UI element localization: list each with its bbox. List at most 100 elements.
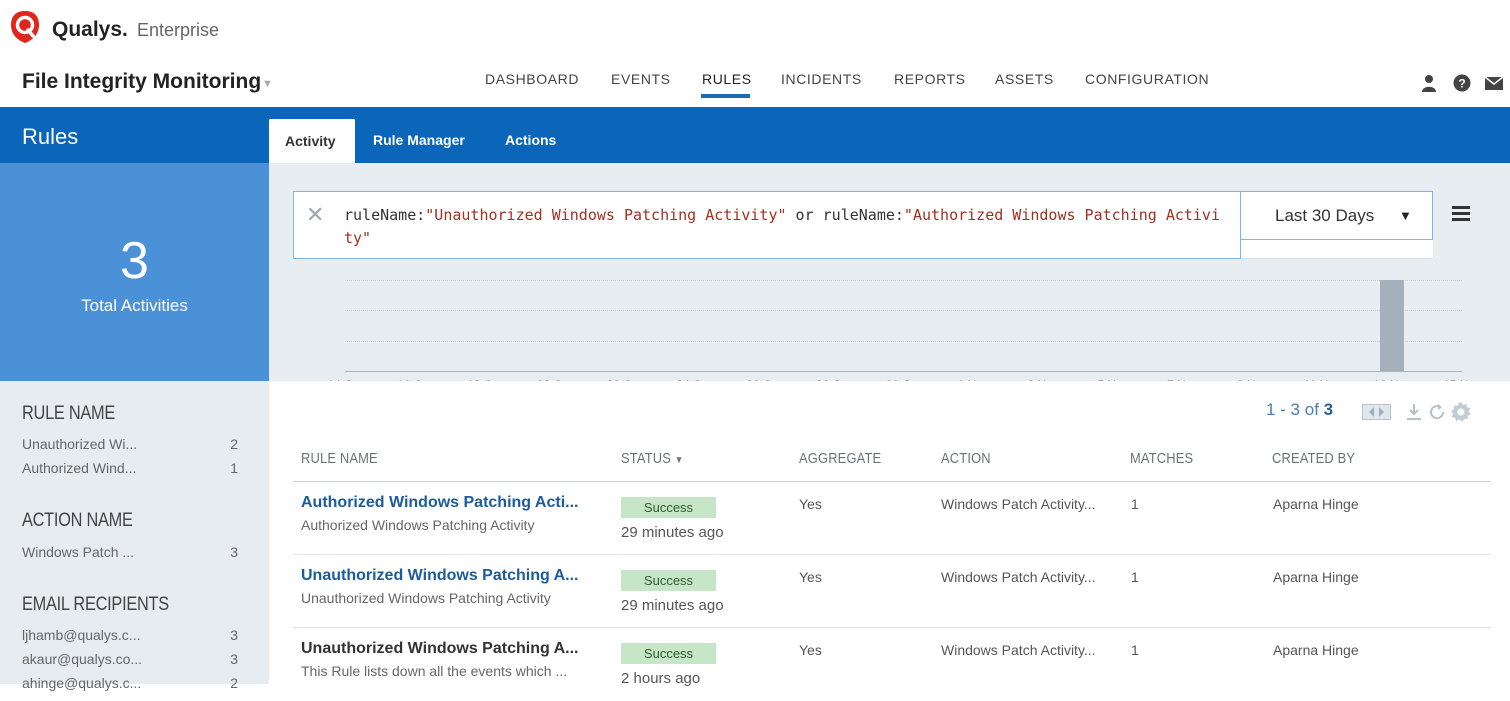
section-title: Rules (22, 124, 79, 149)
rule-name-link[interactable]: Unauthorized Windows Patching A... (301, 567, 578, 585)
facet-item-label: Authorized Wind... (22, 460, 137, 476)
action-value[interactable]: Windows Patch Activity... (941, 642, 1096, 658)
qualys-shield-icon[interactable] (8, 10, 42, 44)
status-badge: Success (621, 497, 716, 518)
nav-tab-assets[interactable]: ASSETS (995, 71, 1054, 87)
aggregate-value: Yes (799, 569, 822, 585)
column-header-created-by[interactable]: CREATED BY (1272, 450, 1355, 467)
action-value[interactable]: Windows Patch Activity... (941, 569, 1096, 585)
nav-tab-rules[interactable]: RULES (702, 71, 752, 87)
table-row[interactable]: Unauthorized Windows Patching A... Unaut… (293, 555, 1491, 628)
query-field-2: ruleName: (822, 206, 904, 224)
app-navbar: File Integrity Monitoring ▼ DASHBOARD EV… (0, 60, 1510, 107)
brand-name: Qualys. (52, 18, 128, 41)
matches-value: 1 (1131, 642, 1139, 658)
facet-title-email-recipients: EMAIL RECIPIENTS (22, 594, 169, 615)
table-row[interactable]: Authorized Windows Patching Acti... Auth… (293, 482, 1491, 555)
facet-item[interactable]: Windows Patch ... 3 (22, 544, 240, 560)
rule-description: This Rule lists down all the events whic… (301, 663, 568, 679)
app-title[interactable]: File Integrity Monitoring (22, 70, 261, 94)
top-brand-bar: Qualys. Enterprise (0, 0, 1510, 60)
facet-item[interactable]: akaur@qualys.co... 3 (22, 651, 240, 667)
status-time: 29 minutes ago (621, 524, 724, 541)
subtab-activity[interactable]: Activity (269, 119, 355, 163)
pagination-range: 1 - 3 of (1266, 400, 1319, 419)
help-icon[interactable]: ? (1453, 74, 1471, 92)
pagination-summary: 1 - 3 of 3 (1266, 400, 1333, 420)
active-tab-indicator (701, 94, 750, 98)
nav-tab-dashboard[interactable]: DASHBOARD (485, 71, 579, 87)
subtab-actions[interactable]: Actions (505, 132, 556, 148)
column-header-aggregate[interactable]: AGGREGATE (799, 450, 881, 467)
column-header-status-label: STATUS (621, 450, 672, 467)
action-value[interactable]: Windows Patch Activity... (941, 496, 1096, 512)
facet-item-count: 3 (230, 544, 238, 560)
chart-gridline (345, 280, 1462, 281)
date-range-dropdown-edge (1241, 240, 1433, 259)
total-activities-label: Total Activities (81, 296, 188, 315)
page-nav-icon[interactable] (1362, 403, 1392, 421)
nav-tab-reports[interactable]: REPORTS (894, 71, 966, 87)
status-time: 29 minutes ago (621, 597, 724, 614)
facet-item[interactable]: ljhamb@qualys.c... 3 (22, 627, 240, 643)
facet-item-count: 2 (230, 436, 238, 452)
query-operator: or (786, 206, 823, 224)
app-switcher-caret-icon[interactable]: ▼ (262, 78, 273, 90)
date-range-value: Last 30 Days (1275, 206, 1375, 225)
nav-tab-incidents[interactable]: INCIDENTS (781, 71, 862, 87)
section-header-bar: Rules Activity Rule Manager Actions (0, 107, 1510, 163)
column-header-matches[interactable]: MATCHES (1130, 450, 1193, 467)
clear-search-icon[interactable]: ✕ (306, 202, 324, 228)
facet-sidebar: 3 Total Activities RULE NAME Unauthorize… (0, 163, 269, 691)
column-header-action[interactable]: ACTION (941, 450, 991, 467)
facet-item[interactable]: Unauthorized Wi... 2 (22, 436, 240, 452)
column-header-rule-name[interactable]: RULE NAME (301, 450, 378, 467)
facet-item-count: 2 (230, 675, 238, 691)
refresh-icon[interactable] (1428, 403, 1446, 421)
created-by-value: Aparna Hinge (1273, 496, 1359, 512)
mail-icon[interactable] (1484, 74, 1504, 92)
facet-item-label: akaur@qualys.co... (22, 651, 143, 667)
pagination-total: 3 (1323, 400, 1334, 419)
facet-item-label: ahinge@qualys.c... (22, 675, 142, 691)
facet-item-count: 1 (230, 460, 238, 476)
facet-item[interactable]: ahinge@qualys.c... 2 (22, 675, 240, 691)
download-icon[interactable] (1405, 403, 1423, 421)
chart-bar[interactable] (1380, 280, 1405, 371)
facet-item-label: Windows Patch ... (22, 544, 135, 560)
total-activities-card: 3 Total Activities (0, 163, 269, 381)
facet-item-count: 3 (230, 627, 238, 643)
nav-tab-configuration[interactable]: CONFIGURATION (1085, 71, 1209, 87)
query-value-1: "Unauthorized Windows Patching Activity" (425, 206, 787, 224)
rule-description: Authorized Windows Patching Activity (301, 517, 535, 533)
table-row[interactable]: Unauthorized Windows Patching A... This … (293, 628, 1491, 701)
facet-item[interactable]: Authorized Wind... 1 (22, 460, 240, 476)
menu-icon[interactable] (1452, 206, 1470, 221)
matches-value: 1 (1131, 569, 1139, 585)
rule-name-link[interactable]: Unauthorized Windows Patching A... (301, 640, 578, 658)
sort-caret-icon[interactable]: ▼ (675, 455, 684, 466)
settings-gear-icon[interactable] (1451, 402, 1471, 422)
facet-title-action-name: ACTION NAME (22, 510, 133, 531)
search-query-input[interactable]: ✕ ruleName:"Unauthorized Windows Patchin… (293, 191, 1241, 259)
query-field-1: ruleName: (344, 206, 426, 224)
rule-name-link[interactable]: Authorized Windows Patching Acti... (301, 494, 578, 512)
facet-title-rule-name: RULE NAME (22, 403, 116, 424)
column-header-status[interactable]: STATUS ▼ (621, 450, 683, 467)
matches-value: 1 (1131, 496, 1139, 512)
aggregate-value: Yes (799, 496, 822, 512)
svg-text:?: ? (1458, 77, 1465, 91)
nav-tab-events[interactable]: EVENTS (611, 71, 671, 87)
subtab-rule-manager[interactable]: Rule Manager (373, 132, 465, 148)
aggregate-value: Yes (799, 642, 822, 658)
user-icon[interactable] (1420, 74, 1438, 92)
rule-description: Unauthorized Windows Patching Activity (301, 590, 551, 606)
search-query-text[interactable]: ruleName:"Unauthorized Windows Patching … (344, 204, 1224, 250)
total-activities-count: 3 (120, 232, 149, 290)
chevron-down-icon[interactable]: ▼ (1399, 208, 1412, 223)
date-range-select[interactable]: Last 30 Days ▼ (1241, 191, 1433, 240)
main-content: 14 Oct16 Oct18 Oct20 Oct22 Oct24 Oct26 O… (269, 163, 1510, 687)
created-by-value: Aparna Hinge (1273, 569, 1359, 585)
facet-item-label: Unauthorized Wi... (22, 436, 138, 452)
facet-item-label: ljhamb@qualys.c... (22, 627, 141, 643)
